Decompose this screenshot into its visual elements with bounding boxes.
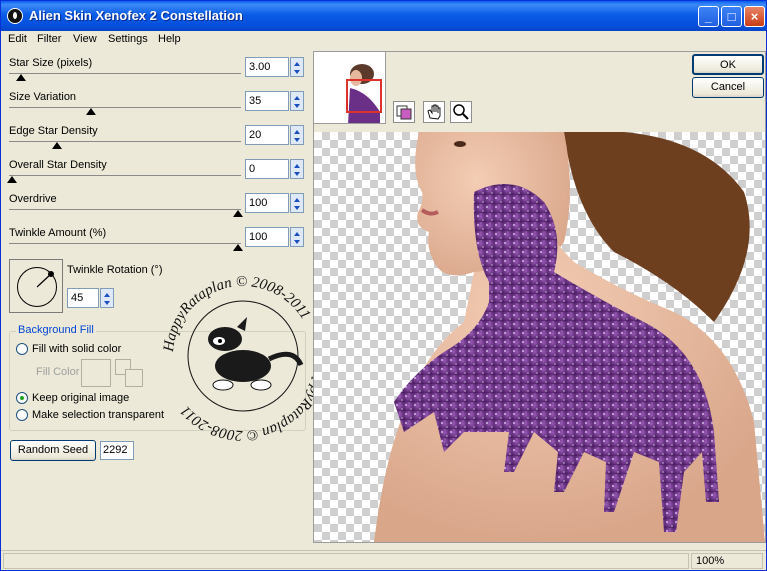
fill-color-label: Fill Color bbox=[36, 366, 80, 378]
size-variation-label: Size Variation bbox=[9, 91, 77, 103]
color-picker-front-icon[interactable] bbox=[125, 369, 143, 387]
random-seed-input[interactable]: 2292 bbox=[100, 441, 134, 460]
spin-up-icon[interactable] bbox=[294, 164, 300, 168]
image-preview[interactable] bbox=[314, 132, 765, 542]
spin-down-icon[interactable] bbox=[294, 104, 300, 108]
edge-star-density-spinner[interactable] bbox=[290, 125, 304, 145]
menu-view[interactable]: View bbox=[73, 33, 97, 45]
spin-up-icon[interactable] bbox=[294, 232, 300, 236]
menu-settings[interactable]: Settings bbox=[108, 33, 148, 45]
maximize-button[interactable]: □ bbox=[721, 6, 742, 27]
compare-tool-icon[interactable] bbox=[393, 101, 415, 123]
rotation-dial-circle[interactable] bbox=[17, 267, 57, 307]
spin-down-icon[interactable] bbox=[294, 138, 300, 142]
spin-down-icon[interactable] bbox=[294, 240, 300, 244]
make-selection-transparent-label[interactable]: Make selection transparent bbox=[32, 409, 164, 421]
spin-up-icon[interactable] bbox=[104, 293, 110, 297]
edge-star-density-slider-thumb[interactable] bbox=[52, 142, 63, 149]
overall-star-density-label: Overall Star Density bbox=[9, 159, 107, 171]
spin-down-icon[interactable] bbox=[104, 301, 110, 305]
window-title: Alien Skin Xenofex 2 Constellation bbox=[29, 8, 243, 23]
cancel-button[interactable]: Cancel bbox=[692, 77, 764, 98]
star-size-slider-thumb[interactable] bbox=[16, 74, 27, 81]
radio-keep-original-image[interactable] bbox=[16, 392, 28, 404]
overall-star-density-slider[interactable] bbox=[9, 175, 241, 176]
star-size-label: Star Size (pixels) bbox=[9, 57, 93, 69]
thumbnail-image-icon bbox=[346, 64, 382, 123]
plugin-window: Alien Skin Xenofex 2 Constellation _ □ ×… bbox=[0, 0, 767, 571]
spin-down-icon[interactable] bbox=[294, 172, 300, 176]
twinkle-amount-spinner[interactable] bbox=[290, 227, 304, 247]
overdrive-slider-thumb[interactable] bbox=[233, 210, 243, 217]
star-size-input[interactable]: 3.00 bbox=[245, 57, 289, 77]
close-button[interactable]: × bbox=[744, 6, 765, 27]
keep-original-image-label[interactable]: Keep original image bbox=[32, 392, 129, 404]
twinkle-amount-slider-thumb[interactable] bbox=[233, 244, 243, 251]
twinkle-amount-slider[interactable] bbox=[9, 243, 241, 244]
edge-star-density-label: Edge Star Density bbox=[9, 125, 98, 137]
star-size-slider[interactable] bbox=[9, 73, 241, 74]
edge-star-density-slider[interactable] bbox=[9, 141, 241, 142]
spin-up-icon[interactable] bbox=[294, 198, 300, 202]
spin-up-icon[interactable] bbox=[294, 62, 300, 66]
radio-make-selection-transparent[interactable] bbox=[16, 409, 28, 421]
menu-edit[interactable]: Edit bbox=[8, 33, 27, 45]
cartoon-cat-icon bbox=[208, 317, 304, 391]
overall-star-density-slider-thumb[interactable] bbox=[7, 176, 17, 183]
overdrive-label: Overdrive bbox=[9, 193, 57, 205]
spin-up-icon[interactable] bbox=[294, 130, 300, 134]
menu-help[interactable]: Help bbox=[158, 33, 181, 45]
twinkle-amount-input[interactable]: 100 bbox=[245, 227, 289, 247]
overall-star-density-input[interactable]: 0 bbox=[245, 159, 289, 179]
spin-down-icon[interactable] bbox=[294, 70, 300, 74]
overdrive-slider[interactable] bbox=[9, 209, 241, 210]
title-bar[interactable]: Alien Skin Xenofex 2 Constellation _ □ × bbox=[1, 1, 766, 31]
size-variation-spinner[interactable] bbox=[290, 91, 304, 111]
spin-down-icon[interactable] bbox=[294, 206, 300, 210]
fill-solid-color-label[interactable]: Fill with solid color bbox=[32, 343, 121, 355]
twinkle-amount-label: Twinkle Amount (%) bbox=[9, 227, 107, 239]
preview-image-woman-glitter bbox=[374, 132, 765, 542]
minimize-button[interactable]: _ bbox=[698, 6, 719, 27]
fill-color-swatch[interactable] bbox=[81, 359, 111, 387]
menu-bar: Edit Filter View Settings Help bbox=[1, 31, 766, 49]
ok-button[interactable]: OK bbox=[692, 54, 764, 75]
size-variation-input[interactable]: 35 bbox=[245, 91, 289, 111]
radio-fill-solid-color[interactable] bbox=[16, 343, 28, 355]
rotation-dial-needle-icon bbox=[36, 271, 54, 288]
alien-skin-icon[interactable] bbox=[7, 8, 23, 24]
size-variation-slider-thumb[interactable] bbox=[86, 108, 97, 115]
star-size-spinner[interactable] bbox=[290, 57, 304, 77]
overall-star-density-spinner[interactable] bbox=[290, 159, 304, 179]
menu-filter[interactable]: Filter bbox=[37, 33, 61, 45]
status-bar: 100% bbox=[1, 550, 766, 570]
zoom-level: 100% bbox=[691, 553, 763, 569]
twinkle-rotation-label: Twinkle Rotation (°) bbox=[67, 264, 163, 276]
overdrive-input[interactable]: 100 bbox=[245, 193, 289, 213]
background-fill-title: Background Fill bbox=[16, 324, 96, 336]
status-message bbox=[3, 553, 689, 569]
overdrive-spinner[interactable] bbox=[290, 193, 304, 213]
spin-up-icon[interactable] bbox=[294, 96, 300, 100]
hand-tool-icon[interactable] bbox=[423, 101, 445, 123]
navigator-thumbnail[interactable] bbox=[313, 51, 386, 124]
rotation-dial[interactable] bbox=[9, 259, 63, 313]
random-seed-button[interactable]: Random Seed bbox=[10, 440, 96, 461]
edge-star-density-input[interactable]: 20 bbox=[245, 125, 289, 145]
watermark-stamp: HappyRataplan © 2008-2011 HappyRataplan … bbox=[161, 274, 330, 441]
size-variation-slider[interactable] bbox=[9, 107, 241, 108]
twinkle-rotation-spinner[interactable] bbox=[100, 288, 114, 308]
zoom-tool-icon[interactable] bbox=[450, 101, 472, 123]
twinkle-rotation-input[interactable]: 45 bbox=[67, 288, 99, 308]
